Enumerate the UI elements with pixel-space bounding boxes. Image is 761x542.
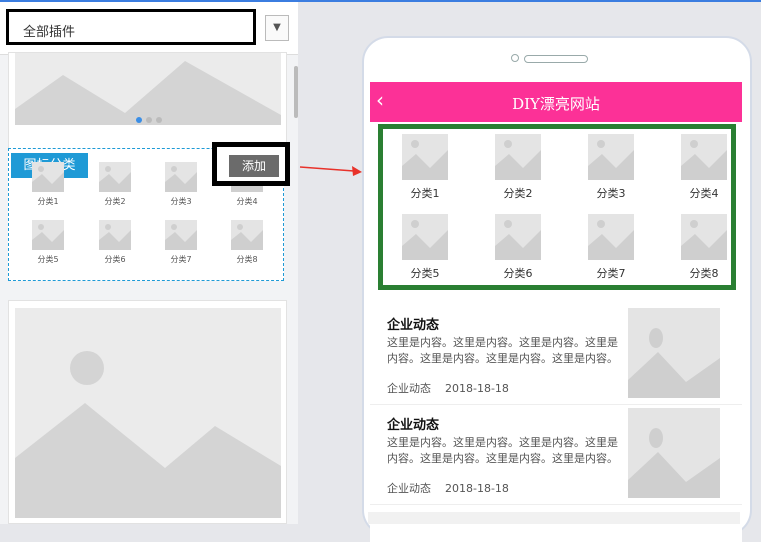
- category-label: 分类4: [236, 197, 258, 206]
- category-item[interactable]: 分类8: [664, 214, 742, 281]
- category-label: 分类1: [37, 197, 59, 206]
- category-item[interactable]: 分类5: [385, 214, 465, 281]
- image-placeholder-icon: [495, 134, 541, 180]
- news-title: 企业动态: [387, 418, 440, 433]
- news-body: 这里是内容。这里是内容。这里是内容。这里是内容。这里是内容。这里是内容。这里是内…: [387, 336, 618, 365]
- category-item: 分类1: [24, 162, 72, 207]
- category-label: 分类2: [104, 197, 126, 206]
- carousel-dot[interactable]: [155, 117, 162, 123]
- category-item: 分类5: [24, 220, 72, 265]
- category-label: 分类3: [170, 197, 192, 206]
- category-label: 分类6: [104, 255, 126, 264]
- image-placeholder-icon: [32, 220, 64, 250]
- carousel-dot[interactable]: [145, 117, 152, 123]
- plugin-select[interactable]: 全部插件: [6, 9, 256, 45]
- image-placeholder-icon: [681, 134, 727, 180]
- phone-preview: ‹ DIY漂亮网站 分类1 分类2 分类3 分类4 分类5 分类6 分类7 分类…: [362, 36, 752, 542]
- plugin-filter-bar: 全部插件 ▼: [0, 2, 298, 55]
- image-placeholder-icon: [588, 214, 634, 260]
- image-placeholder-icon: [402, 134, 448, 180]
- phone-speaker: [524, 55, 588, 63]
- phone-screen: ‹ DIY漂亮网站 分类1 分类2 分类3 分类4 分类5 分类6 分类7 分类…: [370, 82, 742, 542]
- category-label: 分类7: [596, 267, 626, 280]
- image-plugin-card[interactable]: [8, 300, 287, 524]
- category-label: 分类8: [236, 255, 258, 264]
- image-placeholder-icon: [231, 220, 263, 250]
- plugin-panel: 全部插件 ▼ 图标分类 分类1 分类2 分类3 分类4: [0, 2, 298, 524]
- category-item[interactable]: 分类2: [478, 134, 558, 201]
- image-placeholder-icon: [165, 220, 197, 250]
- category-label: 分类6: [503, 267, 533, 280]
- category-label: 分类1: [410, 187, 440, 200]
- banner-plugin-card[interactable]: [8, 52, 287, 156]
- image-placeholder-icon: [99, 220, 131, 250]
- category-item[interactable]: 分类7: [571, 214, 651, 281]
- image-placeholder-icon: [99, 162, 131, 192]
- news-item[interactable]: 企业动态 这里是内容。这里是内容。这里是内容。这里是内容。这里是内容。这里是内容…: [370, 406, 742, 505]
- image-placeholder-icon: [15, 308, 281, 518]
- news-body: 这里是内容。这里是内容。这里是内容。这里是内容。这里是内容。这里是内容。这里是内…: [387, 436, 618, 465]
- category-item[interactable]: 分类1: [385, 134, 465, 201]
- image-placeholder-icon: [32, 162, 64, 192]
- image-placeholder-icon: [628, 308, 720, 398]
- category-label: 分类8: [689, 267, 719, 280]
- image-placeholder-icon: [495, 214, 541, 260]
- category-grid-highlight[interactable]: 分类1 分类2 分类3 分类4 分类5 分类6 分类7 分类8: [378, 124, 736, 290]
- image-placeholder-icon: [402, 214, 448, 260]
- dropdown-caret-icon[interactable]: ▼: [265, 15, 289, 41]
- image-placeholder-icon: [628, 408, 720, 498]
- phone-camera: [511, 54, 519, 62]
- image-placeholder-icon: [681, 214, 727, 260]
- category-item[interactable]: 分类3: [571, 134, 651, 201]
- news-title: 企业动态: [387, 318, 440, 333]
- news-category: 企业动态: [387, 382, 431, 395]
- news-category: 企业动态: [387, 482, 431, 495]
- app-header: ‹ DIY漂亮网站: [370, 82, 742, 122]
- category-label: 分类5: [37, 255, 59, 264]
- category-item[interactable]: 分类4: [664, 134, 742, 201]
- category-label: 分类5: [410, 267, 440, 280]
- image-placeholder-icon: [588, 134, 634, 180]
- category-item: 分类6: [91, 220, 139, 265]
- news-item[interactable]: 企业动态 这里是内容。这里是内容。这里是内容。这里是内容。这里是内容。这里是内容…: [370, 306, 742, 405]
- image-placeholder-icon: [165, 162, 197, 192]
- category-label: 分类4: [689, 187, 719, 200]
- add-plugin-button[interactable]: 添加: [229, 155, 279, 177]
- news-date: 2018-18-18: [445, 482, 509, 495]
- carousel-dot-active[interactable]: [135, 117, 142, 123]
- arrow-right-icon: [299, 166, 362, 176]
- plugin-select-value: 全部插件: [23, 25, 76, 40]
- news-meta: 企业动态 2018-18-18: [387, 380, 509, 396]
- category-item: 分类2: [91, 162, 139, 207]
- add-button-highlight: 添加: [212, 142, 290, 186]
- news-date: 2018-18-18: [445, 382, 509, 395]
- category-label: 分类3: [596, 187, 626, 200]
- category-label: 分类2: [503, 187, 533, 200]
- category-item: 分类3: [157, 162, 205, 207]
- category-item: 分类8: [223, 220, 271, 265]
- category-label: 分类7: [170, 255, 192, 264]
- panel-scrollbar[interactable]: [294, 66, 298, 118]
- news-meta: 企业动态 2018-18-18: [387, 480, 509, 496]
- app-title: DIY漂亮网站: [512, 95, 600, 113]
- carousel-dots: [9, 108, 288, 127]
- category-item: 分类7: [157, 220, 205, 265]
- category-item[interactable]: 分类6: [478, 214, 558, 281]
- phone-screen-bottom: [368, 512, 740, 524]
